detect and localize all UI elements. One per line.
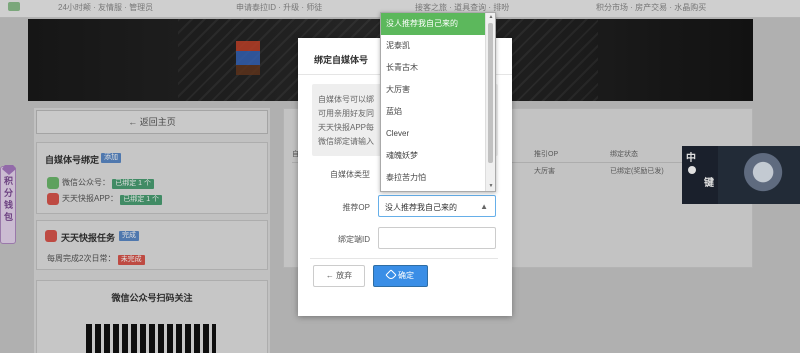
- tag-icon: [385, 269, 397, 281]
- bind-id-input[interactable]: [378, 227, 496, 249]
- id-label: 绑定端ID: [338, 235, 370, 244]
- scroll-down-icon[interactable]: ▼: [487, 183, 495, 189]
- cancel-button[interactable]: ← 放弃: [313, 265, 365, 287]
- media-type-label: 自媒体类型: [330, 170, 370, 179]
- dropdown-scrollbar[interactable]: ▲ ▼: [485, 13, 495, 191]
- op-select[interactable]: 没人推荐我自己来的 ▲: [378, 195, 496, 217]
- dropdown-option[interactable]: 没人推荐我自己来的: [381, 13, 487, 35]
- dropdown-option[interactable]: 大厉害: [381, 79, 487, 101]
- info-line: 微信绑定请输入: [318, 137, 374, 146]
- divider: [310, 258, 498, 259]
- scrollbar-thumb[interactable]: [488, 23, 493, 163]
- chevron-up-icon: ▲: [480, 202, 488, 211]
- op-label: 推荐OP: [342, 203, 370, 212]
- dropdown-option[interactable]: 泥泰凯: [381, 35, 487, 57]
- confirm-button[interactable]: 确定: [373, 265, 428, 287]
- info-line: 可用亲朋好友同: [318, 109, 374, 118]
- dropdown-option[interactable]: Clever: [381, 123, 487, 145]
- arrow-left-icon: ←: [325, 271, 337, 280]
- op-dropdown-list[interactable]: 没人推荐我自己来的 泥泰凯 长青古木 大厉害 蓝焰 Clever 魂魄妖梦 泰拉…: [380, 12, 496, 192]
- dropdown-option[interactable]: 蓝焰: [381, 101, 487, 123]
- scroll-up-icon[interactable]: ▲: [487, 14, 495, 20]
- dialog-title: 绑定自媒体号: [314, 55, 369, 65]
- dropdown-option[interactable]: 泰拉苦力怕: [381, 167, 487, 189]
- info-line: 自媒体号可以绑: [318, 95, 374, 104]
- info-line: 天天快报APP每: [318, 123, 375, 132]
- dropdown-option[interactable]: 魂魄妖梦: [381, 145, 487, 167]
- dropdown-option[interactable]: 长青古木: [381, 57, 487, 79]
